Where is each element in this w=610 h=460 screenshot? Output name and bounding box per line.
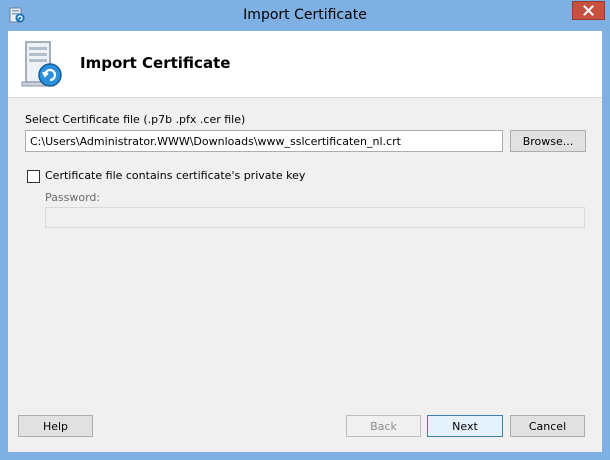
password-field bbox=[45, 207, 585, 228]
import-certificate-window: Import Certificate Import Certificate Se… bbox=[0, 0, 610, 460]
window-title: Import Certificate bbox=[243, 7, 367, 23]
close-icon bbox=[583, 5, 594, 16]
page-title: Import Certificate bbox=[80, 54, 231, 72]
back-button: Back bbox=[346, 415, 421, 437]
certificate-file-label: Select Certificate file (.p7b .pfx .cer … bbox=[25, 113, 246, 126]
browse-button[interactable]: Browse... bbox=[510, 130, 586, 152]
next-button[interactable]: Next bbox=[427, 415, 503, 437]
password-label: Password: bbox=[45, 191, 101, 204]
private-key-checkbox-label[interactable]: Certificate file contains certificate's … bbox=[45, 169, 305, 182]
certificate-server-icon bbox=[21, 41, 62, 87]
cancel-button[interactable]: Cancel bbox=[510, 415, 585, 437]
private-key-checkbox[interactable] bbox=[27, 170, 40, 183]
certificate-path-input[interactable] bbox=[25, 130, 503, 152]
dialog-body: Import Certificate Select Certificate fi… bbox=[8, 31, 602, 452]
close-button[interactable] bbox=[572, 1, 605, 20]
title-bar[interactable]: Import Certificate bbox=[0, 0, 610, 31]
dialog-header: Import Certificate bbox=[8, 31, 602, 98]
help-button[interactable]: Help bbox=[18, 415, 93, 437]
